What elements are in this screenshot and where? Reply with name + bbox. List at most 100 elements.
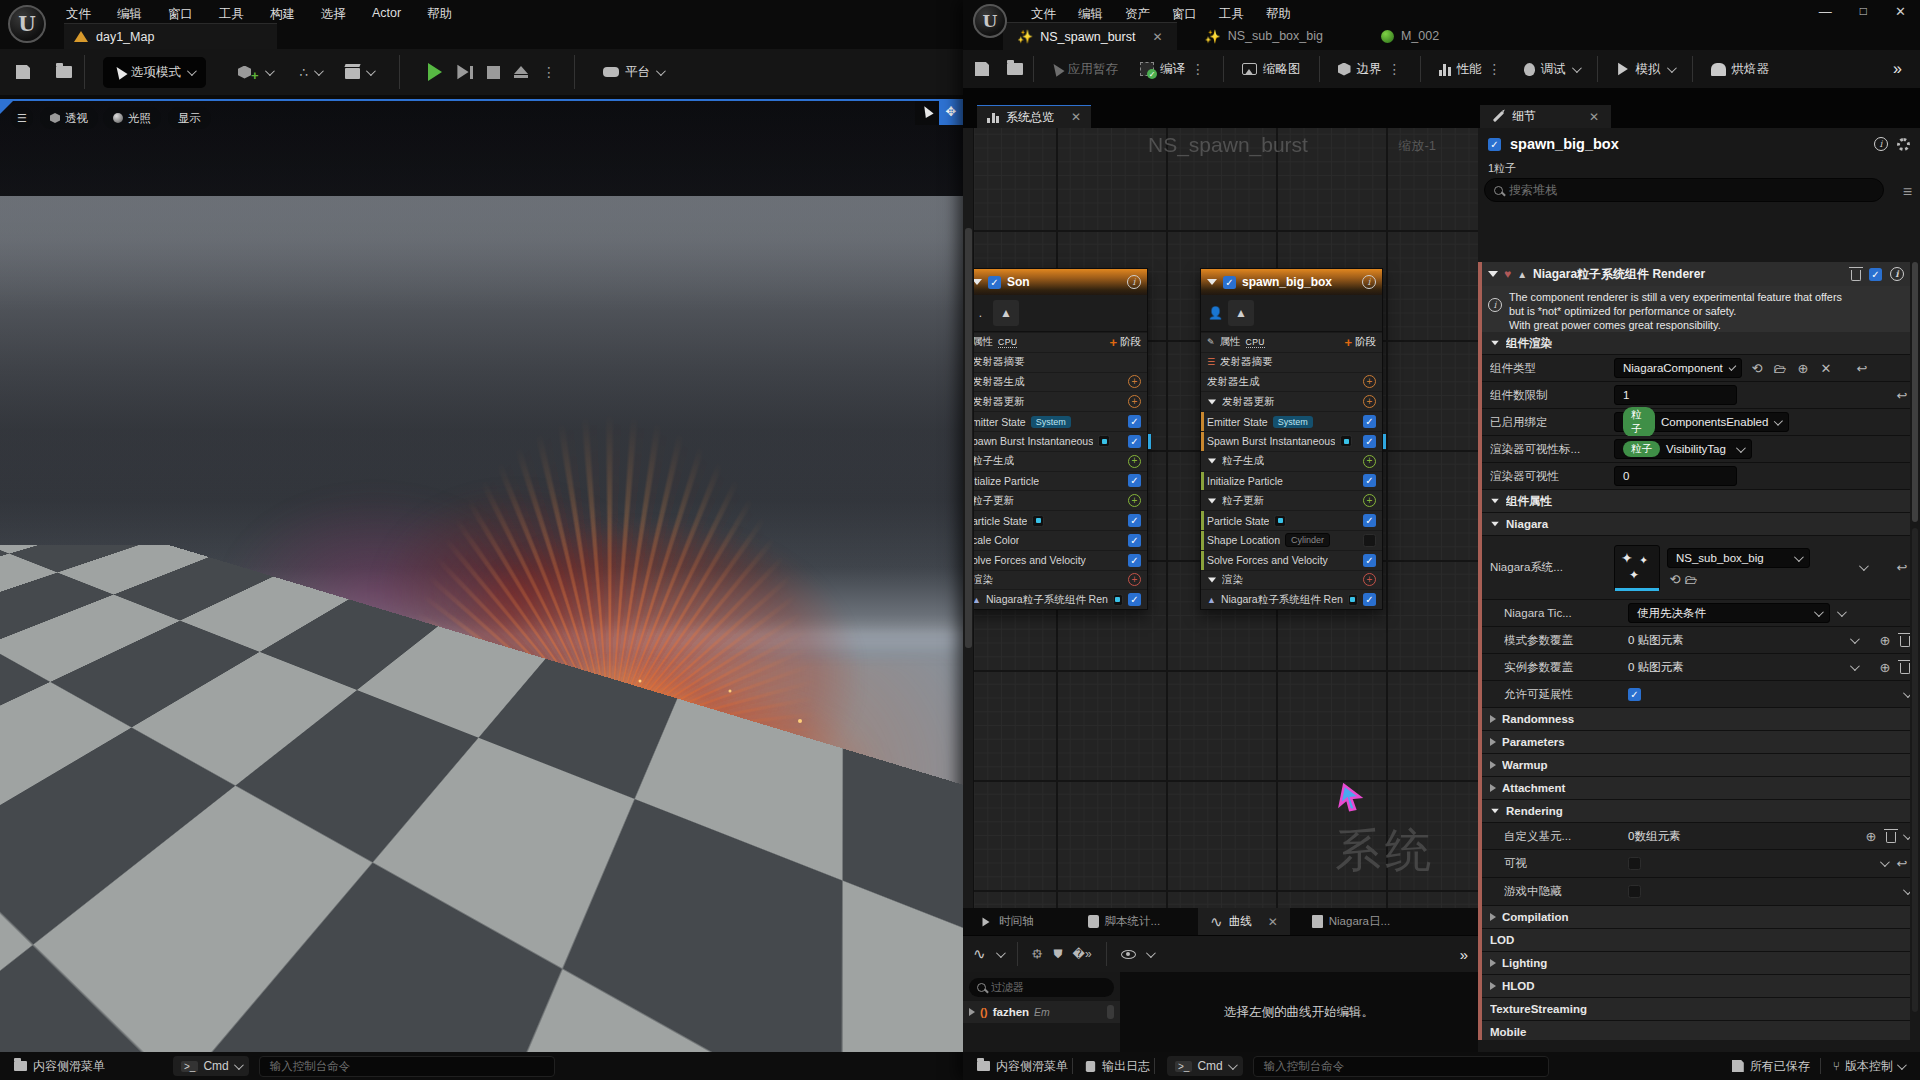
menu-item[interactable]: 选择 [321, 6, 346, 23]
step-button[interactable] [456, 63, 473, 81]
curve-filter-input[interactable]: 过滤器 [969, 978, 1114, 997]
select-keys-icon[interactable]: ⯐ [1032, 947, 1044, 961]
module-checkbox[interactable]: ✓ [1128, 593, 1141, 606]
cmd-dropdown[interactable]: >_ Cmd [173, 1056, 249, 1076]
node-row[interactable]: ☰ ✎ ▲ Emitter State System + + [1201, 411, 1382, 431]
simulate-button[interactable]: 模拟 [1608, 60, 1682, 78]
perspective-pill[interactable]: 透视 [40, 107, 98, 129]
node-row[interactable]: ☰ ✎ ▲ Spawn Burst Instantaneous + [1201, 431, 1382, 451]
save-all-button[interactable]: 所有已保存 [1750, 1058, 1810, 1075]
menu-item[interactable]: 工具 [219, 6, 244, 23]
play-options-icon[interactable]: ⋮ [542, 64, 556, 80]
node-row[interactable]: ☰ ✎ ▲ mitter State System + + [966, 411, 1147, 431]
content-drawer-button[interactable]: 内容侧滑菜单 [996, 1058, 1068, 1075]
level-tab[interactable]: day1_Map [64, 23, 277, 49]
info-icon[interactable]: i [1874, 137, 1888, 151]
platforms-button[interactable]: 平台 [595, 59, 671, 86]
node-row[interactable]: ☰ ✎ ▲ 渲染 + + [966, 570, 1147, 590]
cmd-dropdown[interactable]: >_ Cmd [1167, 1056, 1243, 1076]
eject-button[interactable] [514, 66, 528, 78]
menu-item[interactable]: 帮助 [427, 6, 452, 23]
lit-pill[interactable]: 光照 [103, 107, 161, 129]
details-row[interactable]: 可视 ↩ [1482, 850, 1910, 878]
cinematics-button[interactable] [337, 60, 381, 84]
menu-item[interactable]: 帮助 [1266, 6, 1291, 23]
menu-item[interactable]: 构建 [270, 6, 295, 23]
details-row[interactable]: Niagara Tic... 使用先决条件 [1482, 600, 1910, 627]
stack-search-input[interactable]: 搜索堆栈 [1484, 178, 1884, 202]
details-row[interactable]: 组件属性 [1482, 490, 1910, 513]
details-row[interactable]: 实例参数覆盖 0 贴图元素⊕ [1482, 654, 1910, 681]
details-row[interactable]: Randomness [1482, 708, 1910, 731]
details-row[interactable]: Warmup [1482, 754, 1910, 777]
details-row[interactable]: 组件渲染 [1482, 332, 1910, 355]
curve-type-icon[interactable]: ∿ [973, 945, 986, 963]
details-row[interactable]: 组件类型 NiagaraComponent⟲🗁⊕✕↩ [1482, 355, 1910, 382]
stop-button[interactable] [487, 66, 500, 79]
baker-button[interactable]: 烘焙器 [1703, 61, 1778, 78]
node-row[interactable]: ☰ ✎ ▲ itialize Particle + + [966, 471, 1147, 491]
module-checkbox[interactable]: ✓ [1128, 514, 1141, 527]
node-row[interactable]: ☰ ✎ ▲ Shape Location Cylinder + [1201, 530, 1382, 550]
details-row[interactable]: 渲染器可视性 0 [1482, 463, 1910, 490]
details-row[interactable]: 允许可延展性 ✓ [1482, 681, 1910, 708]
info-icon[interactable]: i [1127, 275, 1141, 289]
node-row[interactable]: ☰ ✎ ▲ pawn Burst Instantaneous + [966, 431, 1147, 451]
tab-ns-spawn-burst[interactable]: ✨ NS_spawn_burst ✕ [1003, 22, 1177, 50]
save-icon[interactable] [16, 65, 30, 79]
overflow-chevrons-icon[interactable]: » [1893, 60, 1902, 78]
tab-curves[interactable]: ∿曲线✕ [1198, 908, 1290, 935]
system-overview-graph[interactable]: NS_spawn_burst 缩放-1 系统 ✓Soni .▲ ☰ ✎ [963, 128, 1478, 908]
curve-tree-item[interactable]: () fazhen Em [963, 1001, 1120, 1023]
details-row[interactable]: LOD [1482, 929, 1910, 952]
node-row[interactable]: ☰ ✎ ▲ 粒子生成 + + [1201, 451, 1382, 471]
module-checkbox[interactable]: ✓ [1363, 554, 1376, 567]
settings-gear-icon[interactable] [1897, 138, 1910, 151]
details-row[interactable]: TextureStreaming [1482, 998, 1910, 1021]
details-row[interactable]: 自定义基元... 0数组元素⊕ [1482, 823, 1910, 850]
details-tab[interactable]: 细节✕ [1480, 105, 1611, 128]
viewport-menu-icon[interactable]: ☰ [11, 107, 33, 129]
visibility-icon[interactable] [1121, 950, 1136, 959]
close-tab-icon[interactable]: ✕ [1152, 30, 1162, 44]
node-row[interactable]: ☰ ✎ ▲ 渲染 + + [1201, 570, 1382, 590]
node-row[interactable]: ☰ ✎ ▲ 发射器生成 + + [1201, 372, 1382, 392]
tab-m-002[interactable]: M_002 [1367, 22, 1453, 50]
info-icon[interactable]: i [1362, 275, 1376, 289]
thumbnail-button[interactable]: 缩略图 [1234, 61, 1309, 78]
node-row[interactable]: ☰ ✎ ▲ 粒子生成 + + [966, 451, 1147, 471]
tab-ns-sub-box-big[interactable]: ✨ NS_sub_box_big [1191, 22, 1337, 50]
module-checkbox[interactable]: ✓ [1363, 415, 1376, 428]
module-checkbox[interactable]: ✓ [1363, 593, 1376, 606]
emitter-enabled-checkbox[interactable]: ✓ [1223, 276, 1236, 289]
menu-item[interactable]: 编辑 [1078, 6, 1103, 23]
node-row[interactable]: ☰ ✎ ▲ 粒子更新 + + [1201, 490, 1382, 510]
show-pill[interactable]: 显示 [168, 107, 211, 129]
node-row[interactable]: ☰ ✎ ▲ 属性 CPU +阶段 + [966, 332, 1147, 352]
node-row[interactable]: ☰ ✎ ▲ Solve Forces and Velocity + [1201, 550, 1382, 570]
viewport[interactable]: mΩCmΩ€⊃ [0, 99, 963, 1052]
blueprints-button[interactable]: ∴ [292, 60, 329, 85]
info-icon[interactable]: i [1890, 267, 1904, 281]
node-row[interactable]: ☰ ✎ ▲ 粒子更新 + + [966, 490, 1147, 510]
node-row[interactable]: ☰ ✎ ▲ Niagara粒子系统组件 Renderer + [1201, 589, 1382, 609]
compile-button[interactable]: ✓编译⋮ [1132, 61, 1213, 78]
node-row[interactable]: ☰ ✎ ▲ olve Forces and Velocity + [966, 550, 1147, 570]
module-checkbox[interactable]: ✓ [1363, 514, 1376, 527]
module-checkbox[interactable]: ✓ [1363, 474, 1376, 487]
menu-item[interactable]: 工具 [1219, 6, 1244, 23]
emitter-enabled-checkbox[interactable]: ✓ [988, 276, 1001, 289]
node-row[interactable]: ☰ ✎ ▲ cale Color + + [966, 530, 1147, 550]
details-row[interactable]: 模式参数覆盖 0 贴图元素⊕ [1482, 627, 1910, 654]
node-row[interactable]: ☰ ✎ ▲ Initialize Particle + + [1201, 471, 1382, 491]
emitter-enabled-checkbox[interactable]: ✓ [1488, 138, 1501, 151]
details-row[interactable]: Parameters [1482, 731, 1910, 754]
system-overview-tab[interactable]: 系统总览 ✕ [977, 105, 1091, 128]
menu-item[interactable]: 窗口 [1172, 6, 1197, 23]
node-row[interactable]: ☰ ✎ ▲ 属性 CPU +阶段 + [1201, 332, 1382, 352]
details-row[interactable]: Lighting [1482, 952, 1910, 975]
module-checkbox[interactable]: ✓ [1128, 435, 1141, 448]
details-row[interactable]: 组件数限制 1↩ [1482, 382, 1910, 409]
module-checkbox[interactable]: ✓ [1128, 534, 1141, 547]
console-input[interactable]: 输入控制台命令 [259, 1056, 555, 1077]
